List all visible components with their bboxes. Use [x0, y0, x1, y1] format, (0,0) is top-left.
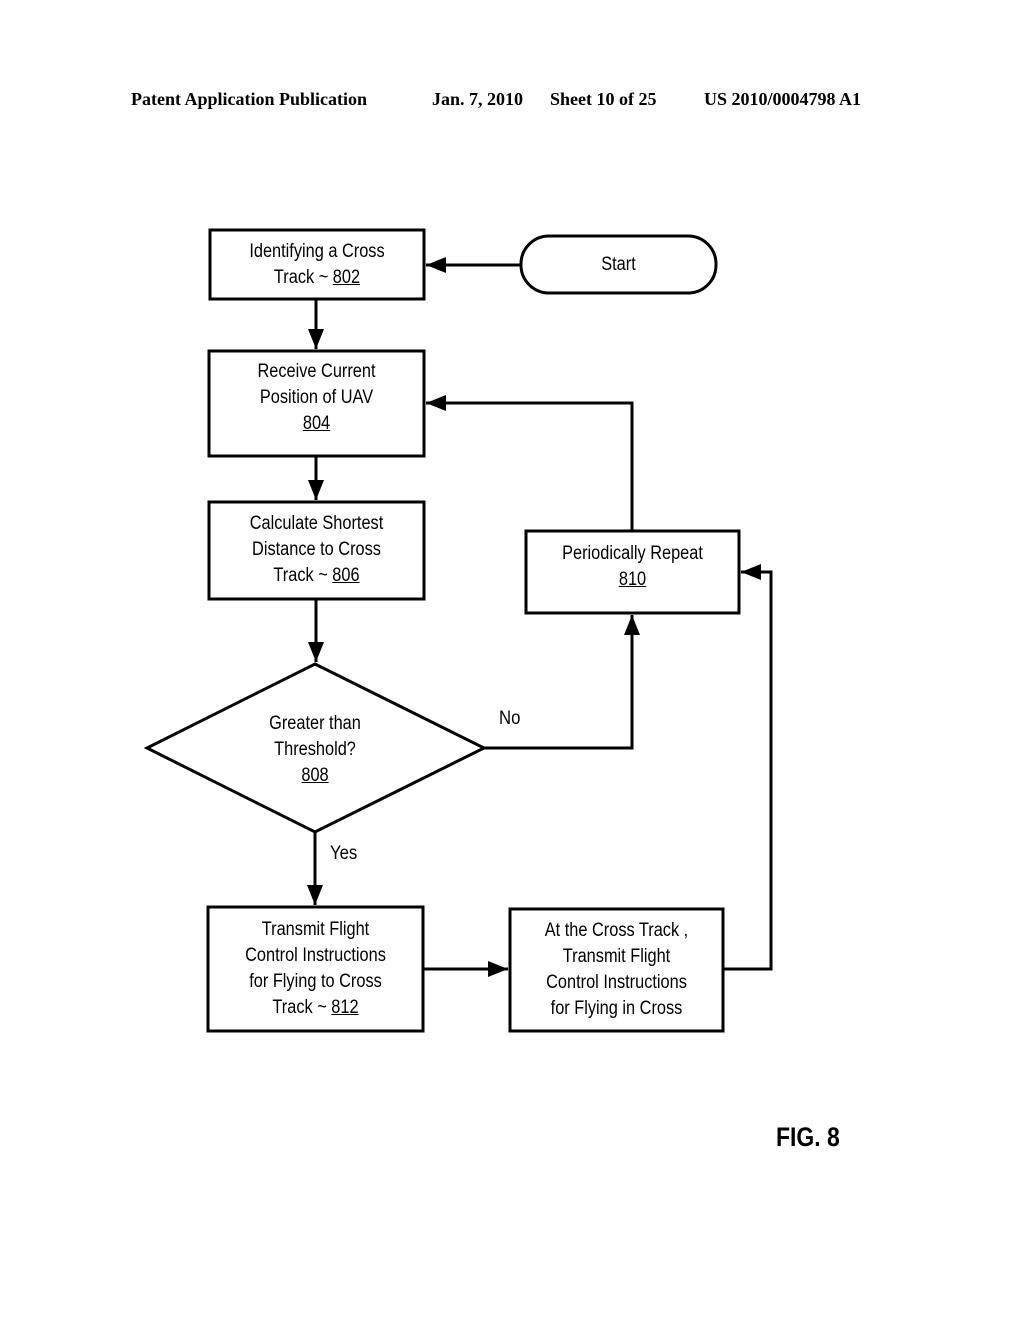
- node-814-line-2: Transmit Flight: [562, 946, 671, 967]
- node-802-line-1: Identifying a Cross: [249, 241, 385, 262]
- start-label: Start: [601, 253, 636, 275]
- ref-806: 806: [332, 565, 360, 586]
- node-802-line-2-text: Track ~: [273, 267, 333, 288]
- node-812-line-1: Transmit Flight: [261, 919, 370, 940]
- node-812-text: Transmit Flight Control Instructions for…: [223, 915, 408, 1023]
- node-806-text: Calculate Shortest Distance to Cross Tra…: [224, 509, 409, 591]
- node-812-line-4: Track ~ 812: [272, 995, 358, 1021]
- node-808-line-2: Threshold?: [274, 739, 356, 760]
- node-806-line-3-text: Track ~: [273, 565, 333, 586]
- node-812-line-4-text: Track ~: [272, 997, 332, 1018]
- ref-810: 810: [618, 569, 647, 590]
- node-808-text: Greater than Threshold? 808: [229, 710, 401, 790]
- node-810-line-1: Periodically Repeat: [562, 543, 703, 564]
- node-814-line-3: Control Instructions: [546, 972, 687, 993]
- node-806-line-3: Track ~ 806: [273, 563, 359, 589]
- edge-label-yes: Yes: [330, 843, 358, 864]
- start-text: Start: [535, 236, 703, 293]
- node-810-text: Periodically Repeat 810: [541, 539, 724, 595]
- figure-label: FIG. 8: [776, 1122, 840, 1152]
- edge-label-no: No: [499, 708, 521, 729]
- node-814-line-1: At the Cross Track ,: [544, 920, 689, 941]
- node-802-text: Identifying a Cross Track ~ 802: [225, 236, 409, 294]
- arrow-810-to-804: [426, 395, 634, 531]
- ref-804: 804: [302, 413, 331, 434]
- arrow-814-to-810: [723, 564, 773, 971]
- node-804-text: Receive Current Position of UAV 804: [224, 357, 409, 439]
- ref-812: 812: [331, 997, 359, 1018]
- node-812-line-2: Control Instructions: [245, 945, 386, 966]
- node-808-line-1: Greater than: [269, 713, 361, 734]
- node-804-line-2: Position of UAV: [259, 387, 374, 408]
- node-802-line-2: Track ~ 802: [274, 265, 360, 291]
- ref-802: 802: [332, 267, 361, 288]
- node-814-text: At the Cross Track , Transmit Flight Con…: [525, 916, 708, 1024]
- flowchart: [143, 228, 773, 1033]
- node-806-line-2: Distance to Cross: [252, 539, 381, 560]
- node-814-line-4: for Flying in Cross: [550, 998, 683, 1019]
- node-812-line-3: for Flying to Cross: [249, 971, 382, 992]
- node-804-line-1: Receive Current: [257, 361, 376, 382]
- ref-808: 808: [301, 765, 329, 786]
- node-806-line-1: Calculate Shortest: [249, 513, 384, 534]
